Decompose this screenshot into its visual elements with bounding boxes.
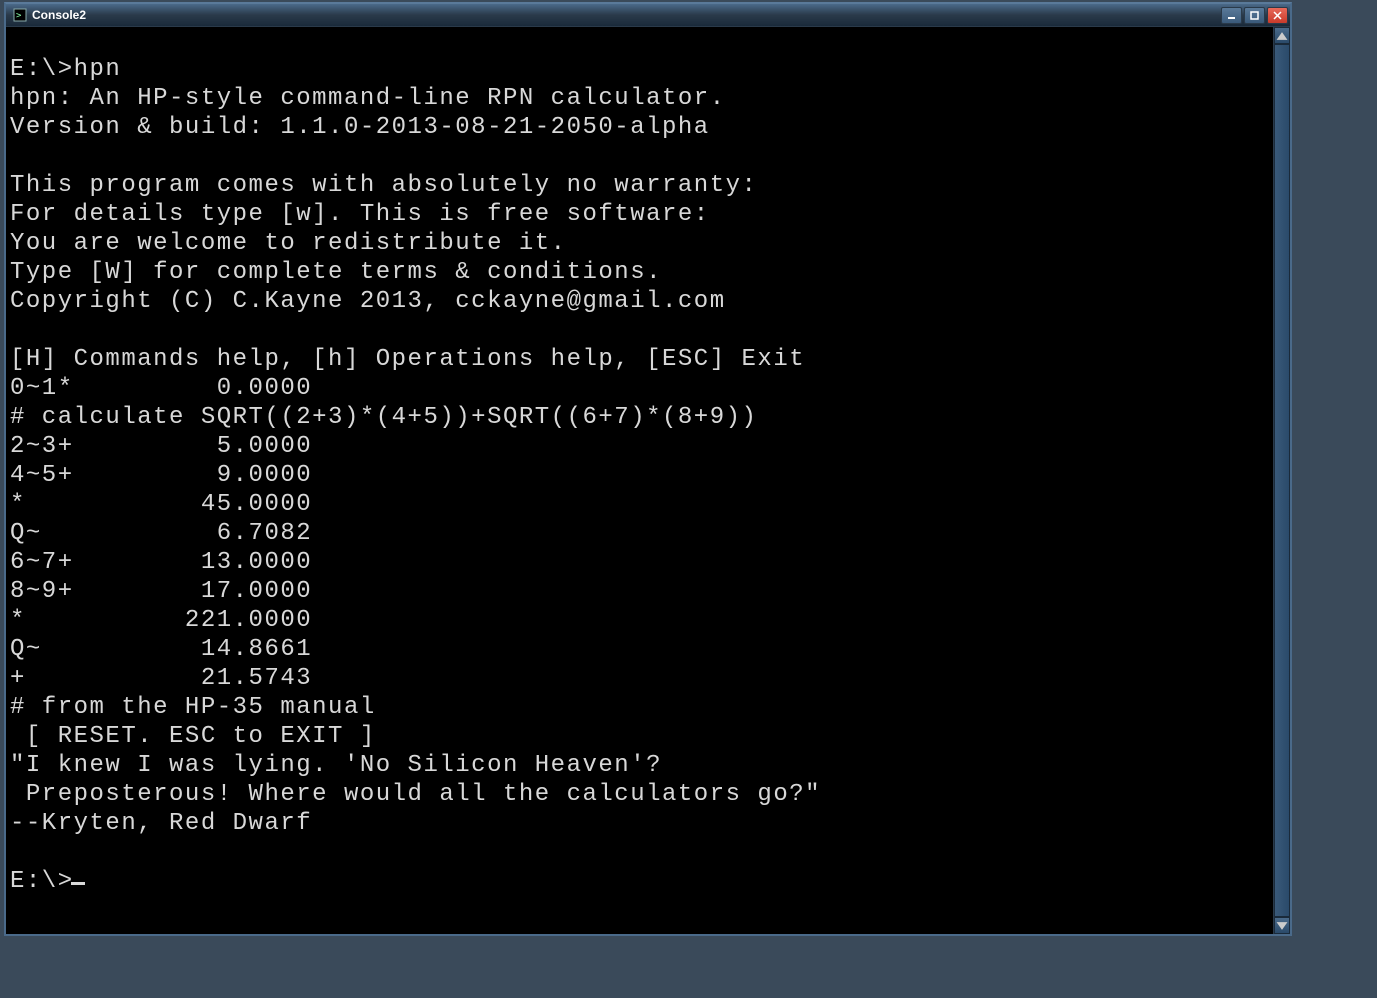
- scroll-down-button[interactable]: [1274, 917, 1290, 934]
- vertical-scrollbar[interactable]: [1273, 27, 1290, 934]
- svg-text:>: >: [16, 11, 22, 21]
- content-area: E:\>hpn hpn: An HP-style command-line RP…: [6, 27, 1290, 934]
- close-button[interactable]: [1267, 7, 1288, 24]
- scroll-thumb[interactable]: [1274, 44, 1290, 917]
- window-controls: [1219, 7, 1288, 24]
- cursor: [71, 882, 85, 885]
- app-icon: >: [12, 7, 28, 23]
- scroll-track[interactable]: [1274, 44, 1290, 917]
- titlebar[interactable]: > Console2: [6, 4, 1290, 27]
- prompt: E:\>: [10, 868, 74, 895]
- window-title: Console2: [32, 8, 1219, 22]
- maximize-button[interactable]: [1244, 7, 1265, 24]
- terminal-text: E:\>hpn hpn: An HP-style command-line RP…: [10, 56, 821, 837]
- terminal-output[interactable]: E:\>hpn hpn: An HP-style command-line RP…: [6, 27, 1273, 934]
- minimize-button[interactable]: [1221, 7, 1242, 24]
- console-window: > Console2 E:\>hpn hpn: An HP-style comm…: [4, 2, 1292, 936]
- scroll-up-button[interactable]: [1274, 27, 1290, 44]
